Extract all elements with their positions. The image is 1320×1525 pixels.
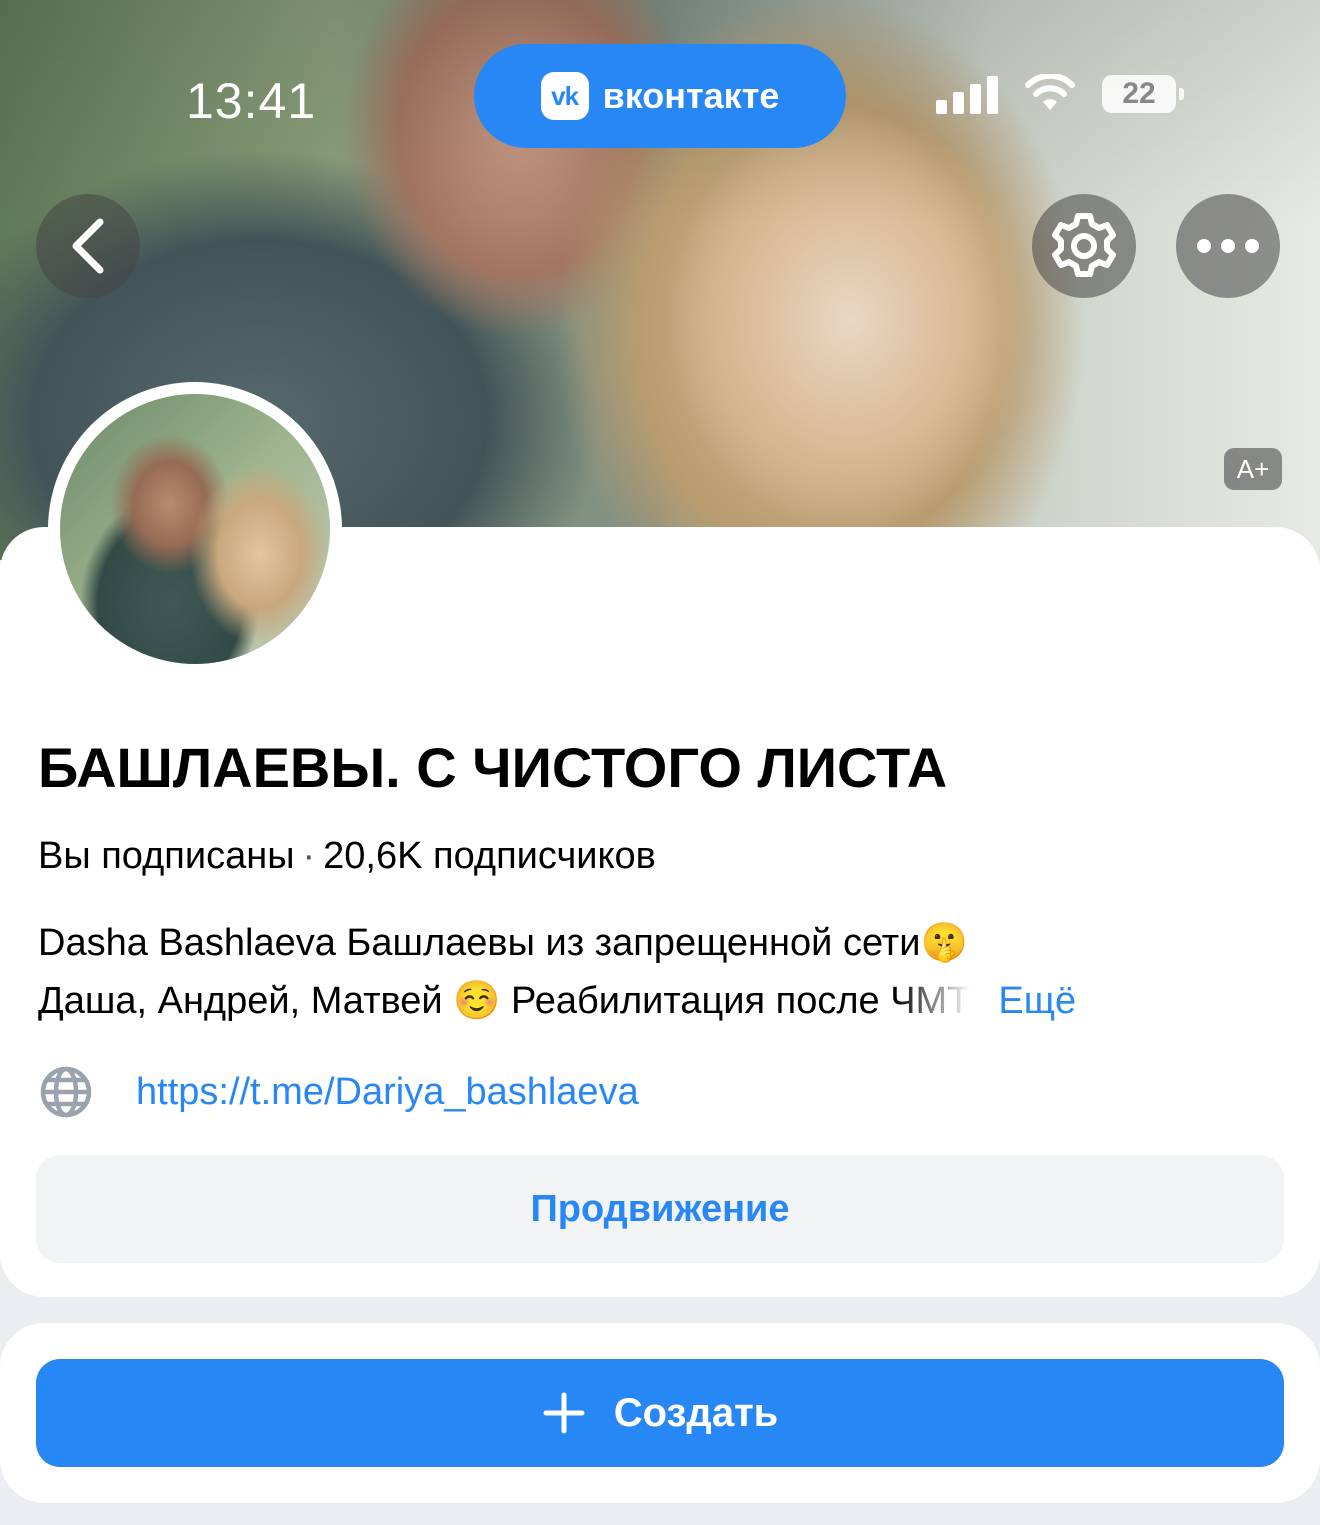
back-button[interactable] bbox=[36, 194, 140, 298]
plus-icon bbox=[543, 1392, 585, 1434]
cellular-signal-icon bbox=[936, 74, 998, 114]
subscription-info: Вы подписаны · 20,6K подписчиков bbox=[38, 835, 656, 878]
status-time: 13:41 bbox=[186, 73, 317, 129]
gear-icon bbox=[1052, 213, 1116, 277]
description: Dasha Bashlaeva Башлаевы из запрещенной … bbox=[38, 914, 1288, 1030]
subscribers-count[interactable]: 20,6K подписчиков bbox=[323, 835, 656, 877]
app-indicator-pill[interactable]: vk вконтакте bbox=[474, 44, 846, 148]
subscribed-status[interactable]: Вы подписаны bbox=[38, 835, 295, 877]
chevron-left-icon bbox=[72, 218, 104, 274]
settings-button[interactable] bbox=[1032, 194, 1136, 298]
website-link[interactable]: https://t.me/Dariya_bashlaeva bbox=[136, 1071, 639, 1114]
description-line-1: Dasha Bashlaeva Башлаевы из запрещенной … bbox=[38, 922, 968, 964]
avatar-image bbox=[60, 394, 330, 664]
app-name: вконтакте bbox=[602, 75, 780, 116]
promotion-button[interactable]: Продвижение bbox=[36, 1155, 1284, 1263]
status-icons: 22 bbox=[936, 74, 1184, 114]
page-title: БАШЛАЕВЫ. С ЧИСТОГО ЛИСТА bbox=[38, 736, 948, 799]
description-line-2: Даша, Андрей, Матвей ☺️ Реабилитация пос… bbox=[38, 980, 971, 1022]
create-button-label: Создать bbox=[613, 1390, 779, 1435]
more-dots-icon bbox=[1197, 239, 1259, 253]
vk-logo-icon: vk bbox=[540, 72, 589, 120]
create-button[interactable]: Создать bbox=[36, 1359, 1284, 1467]
battery-icon: 22 bbox=[1102, 75, 1184, 113]
more-options-button[interactable] bbox=[1176, 194, 1280, 298]
wifi-icon bbox=[1025, 74, 1075, 110]
show-more-link[interactable]: Ещё bbox=[998, 972, 1076, 1030]
avatar[interactable] bbox=[48, 382, 342, 676]
website-row[interactable]: https://t.me/Dariya_bashlaeva bbox=[38, 1064, 639, 1120]
font-size-badge[interactable]: A+ bbox=[1224, 448, 1282, 490]
globe-icon bbox=[40, 1066, 92, 1118]
separator-dot: · bbox=[302, 835, 316, 877]
